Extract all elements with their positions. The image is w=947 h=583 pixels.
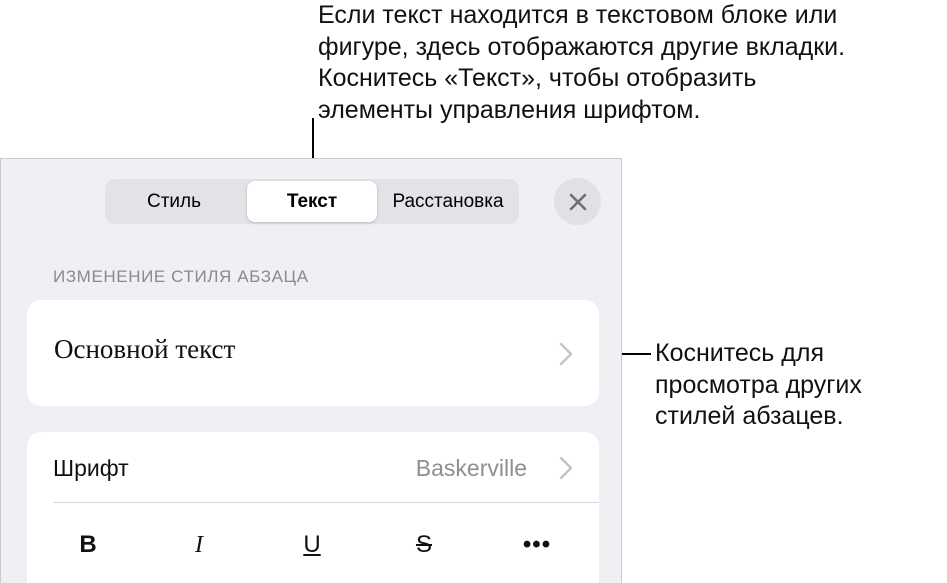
tab-text[interactable]: Текст: [247, 181, 377, 222]
callout-line: стилей абзацев.: [655, 402, 844, 430]
bold-button[interactable]: B: [63, 528, 113, 562]
chevron-right-icon: [559, 342, 573, 366]
callout-tabs-explanation: Если текст находится в текстовом блоке и…: [318, 0, 845, 126]
underline-button[interactable]: U: [287, 528, 337, 562]
paragraph-style-header: ИЗМЕНЕНИЕ СТИЛЯ АБЗАЦА: [53, 267, 309, 286]
callout-line: Если текст находится в текстовом блоке и…: [318, 1, 838, 29]
italic-button[interactable]: I: [174, 528, 224, 562]
close-icon: [569, 193, 586, 210]
font-value: Baskerville: [415, 455, 527, 481]
paragraph-style-name: Основной текст: [54, 334, 236, 364]
paragraph-style-button[interactable]: Основной текст: [27, 300, 599, 406]
callout-line: элементы управления шрифтом.: [318, 95, 701, 124]
format-panel: Стиль Текст Расстановка ИЗМЕНЕНИЕ СТИЛЯ …: [0, 158, 622, 583]
font-label: Шрифт: [53, 455, 129, 481]
tab-arrange[interactable]: Расстановка: [377, 179, 519, 224]
callout-line: фигуре, здесь отображаются другие вкладк…: [318, 32, 846, 61]
close-button[interactable]: [554, 178, 601, 225]
callout-line: Коснитесь для: [655, 339, 824, 367]
font-row[interactable]: Шрифт Baskerville: [27, 432, 599, 502]
font-settings-card: Шрифт Baskerville B I U S •••: [27, 432, 599, 583]
tab-style[interactable]: Стиль: [105, 179, 243, 224]
format-tabs-segmented-control: Стиль Текст Расстановка: [105, 179, 519, 224]
divider: [53, 502, 599, 503]
chevron-right-icon: [559, 456, 573, 480]
more-options-button[interactable]: •••: [512, 528, 562, 562]
callout-styles-explanation: Коснитесь для просмотра других стилей аб…: [655, 338, 862, 433]
callout-line: просмотра других: [655, 370, 862, 399]
callout-line: Коснитесь «Текст», чтобы отобразить: [318, 64, 757, 92]
strikethrough-button[interactable]: S: [399, 528, 449, 562]
